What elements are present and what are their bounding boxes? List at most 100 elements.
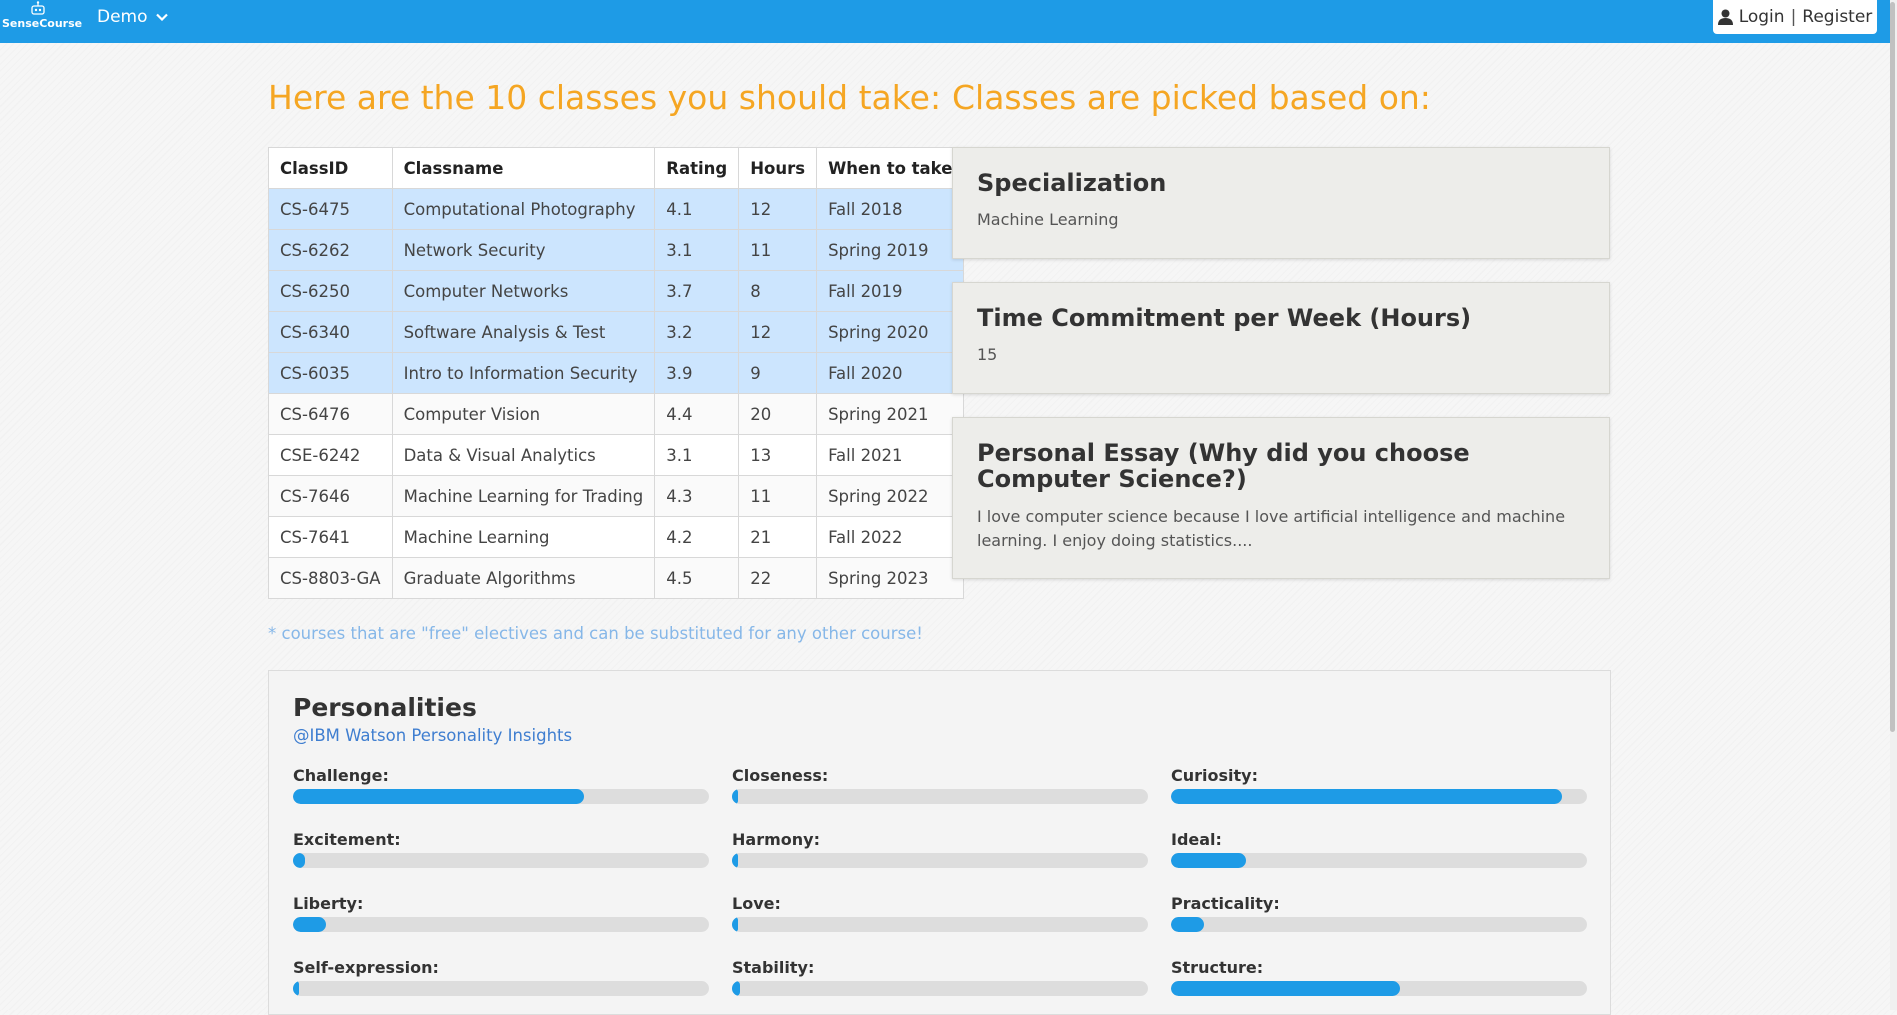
cell-rating: 4.2 bbox=[654, 516, 740, 558]
cell-classid: CS-7646 bbox=[268, 475, 393, 517]
trait-progress-bar bbox=[732, 853, 1148, 868]
cell-when: Fall 2019 bbox=[816, 270, 965, 312]
table-row[interactable]: CS-7646 Machine Learning for Trading 4.3… bbox=[268, 475, 965, 517]
trait-label: Liberty: bbox=[293, 894, 364, 913]
specialization-card: Specialization Machine Learning bbox=[952, 147, 1610, 259]
table-row[interactable]: CS-7641 Machine Learning 4.2 21 Fall 202… bbox=[268, 516, 965, 558]
trait-item: Love: bbox=[732, 894, 1148, 932]
user-icon bbox=[1717, 9, 1733, 25]
brand-logo[interactable]: SenseCourse bbox=[2, 0, 83, 43]
cell-hours: 8 bbox=[738, 270, 818, 312]
cell-hours: 20 bbox=[738, 393, 818, 435]
top-navbar: SenseCourse Demo Login | Register bbox=[0, 0, 1890, 43]
login-separator: | bbox=[1790, 7, 1797, 27]
cell-classid: CS-6340 bbox=[268, 311, 393, 353]
table-header-row: ClassID Classname Rating Hours When to t… bbox=[268, 147, 965, 189]
specialization-value: Machine Learning bbox=[977, 210, 1119, 230]
cell-hours: 11 bbox=[738, 229, 818, 271]
register-link[interactable]: Register bbox=[1802, 7, 1872, 27]
classes-table: ClassID Classname Rating Hours When to t… bbox=[268, 147, 965, 599]
login-register-box: Login | Register bbox=[1713, 0, 1877, 34]
trait-item: Challenge: bbox=[293, 766, 709, 804]
table-row[interactable]: CSE-6242 Data & Visual Analytics 3.1 13 … bbox=[268, 434, 965, 476]
criteria-heading: Classes are picked based on: bbox=[952, 78, 1431, 117]
trait-progress-fill bbox=[732, 853, 738, 868]
personalities-panel: Personalities @IBM Watson Personality In… bbox=[268, 670, 1611, 1015]
trait-progress-fill bbox=[732, 789, 738, 804]
trait-item: Stability: bbox=[732, 958, 1148, 996]
electives-note: * courses that are "free" electives and … bbox=[268, 624, 923, 643]
time-commitment-card: Time Commitment per Week (Hours) 15 bbox=[952, 282, 1610, 394]
trait-item: Structure: bbox=[1171, 958, 1587, 996]
brand-name: SenseCourse bbox=[2, 17, 83, 30]
trait-label: Curiosity: bbox=[1171, 766, 1258, 785]
cell-when: Fall 2020 bbox=[816, 352, 965, 394]
cell-when: Fall 2022 bbox=[816, 516, 965, 558]
cell-classname: Machine Learning bbox=[391, 516, 656, 558]
login-link[interactable]: Login bbox=[1739, 7, 1785, 27]
trait-item: Curiosity: bbox=[1171, 766, 1587, 804]
cell-classname: Computer Vision bbox=[391, 393, 656, 435]
trait-progress-bar bbox=[1171, 917, 1587, 932]
personalities-title: Personalities bbox=[293, 693, 477, 722]
cell-when: Fall 2021 bbox=[816, 434, 965, 476]
trait-progress-fill bbox=[1171, 789, 1563, 804]
cell-classname: Network Security bbox=[391, 229, 656, 271]
cell-hours: 21 bbox=[738, 516, 818, 558]
col-header-hours: Hours bbox=[738, 147, 818, 189]
personal-essay-card: Personal Essay (Why did you choose Compu… bbox=[952, 417, 1610, 579]
cell-rating: 4.1 bbox=[654, 188, 740, 230]
cell-when: Spring 2022 bbox=[816, 475, 965, 517]
table-row[interactable]: CS-6476 Computer Vision 4.4 20 Spring 20… bbox=[268, 393, 965, 435]
trait-item: Self-expression: bbox=[293, 958, 709, 996]
cell-classid: CS-6035 bbox=[268, 352, 393, 394]
trait-progress-fill bbox=[1171, 917, 1205, 932]
trait-progress-fill bbox=[1171, 853, 1246, 868]
cell-classid: CSE-6242 bbox=[268, 434, 393, 476]
table-row[interactable]: CS-6340 Software Analysis & Test 3.2 12 … bbox=[268, 311, 965, 353]
cell-rating: 3.1 bbox=[654, 434, 740, 476]
cell-when: Spring 2021 bbox=[816, 393, 965, 435]
trait-progress-bar bbox=[732, 981, 1148, 996]
table-row[interactable]: CS-6035 Intro to Information Security 3.… bbox=[268, 352, 965, 394]
table-row[interactable]: CS-8803-GA Graduate Algorithms 4.5 22 Sp… bbox=[268, 557, 965, 599]
classes-heading: Here are the 10 classes you should take: bbox=[268, 78, 942, 117]
trait-progress-bar bbox=[1171, 981, 1587, 996]
cell-when: Spring 2020 bbox=[816, 311, 965, 353]
table-row[interactable]: CS-6262 Network Security 3.1 11 Spring 2… bbox=[268, 229, 965, 271]
trait-label: Stability: bbox=[732, 958, 815, 977]
cell-rating: 3.2 bbox=[654, 311, 740, 353]
watson-insights-link[interactable]: @IBM Watson Personality Insights bbox=[293, 726, 572, 745]
demo-label: Demo bbox=[97, 7, 148, 27]
cell-when: Spring 2019 bbox=[816, 229, 965, 271]
demo-dropdown[interactable]: Demo bbox=[97, 7, 168, 27]
cell-hours: 12 bbox=[738, 188, 818, 230]
cell-rating: 3.9 bbox=[654, 352, 740, 394]
table-row[interactable]: CS-6475 Computational Photography 4.1 12… bbox=[268, 188, 965, 230]
trait-progress-bar bbox=[293, 917, 709, 932]
cell-hours: 9 bbox=[738, 352, 818, 394]
trait-item: Practicality: bbox=[1171, 894, 1587, 932]
cell-classid: CS-6250 bbox=[268, 270, 393, 312]
trait-label: Excitement: bbox=[293, 830, 401, 849]
table-row[interactable]: CS-6250 Computer Networks 3.7 8 Fall 201… bbox=[268, 270, 965, 312]
col-header-classname: Classname bbox=[391, 147, 656, 189]
trait-item: Ideal: bbox=[1171, 830, 1587, 868]
trait-item: Excitement: bbox=[293, 830, 709, 868]
cell-classid: CS-7641 bbox=[268, 516, 393, 558]
cell-classid: CS-6476 bbox=[268, 393, 393, 435]
cell-hours: 22 bbox=[738, 557, 818, 599]
cell-hours: 11 bbox=[738, 475, 818, 517]
trait-progress-bar bbox=[732, 917, 1148, 932]
trait-progress-bar bbox=[293, 789, 709, 804]
cell-when: Spring 2023 bbox=[816, 557, 965, 599]
page-scrollbar[interactable] bbox=[1890, 0, 1897, 1010]
cell-hours: 13 bbox=[738, 434, 818, 476]
time-commitment-value: 15 bbox=[977, 345, 998, 365]
scrollbar-thumb[interactable] bbox=[1890, 2, 1895, 732]
trait-progress-fill bbox=[732, 917, 738, 932]
chevron-down-icon bbox=[155, 13, 168, 21]
trait-progress-fill bbox=[293, 917, 327, 932]
trait-progress-fill bbox=[732, 981, 741, 996]
trait-progress-fill bbox=[1171, 981, 1400, 996]
